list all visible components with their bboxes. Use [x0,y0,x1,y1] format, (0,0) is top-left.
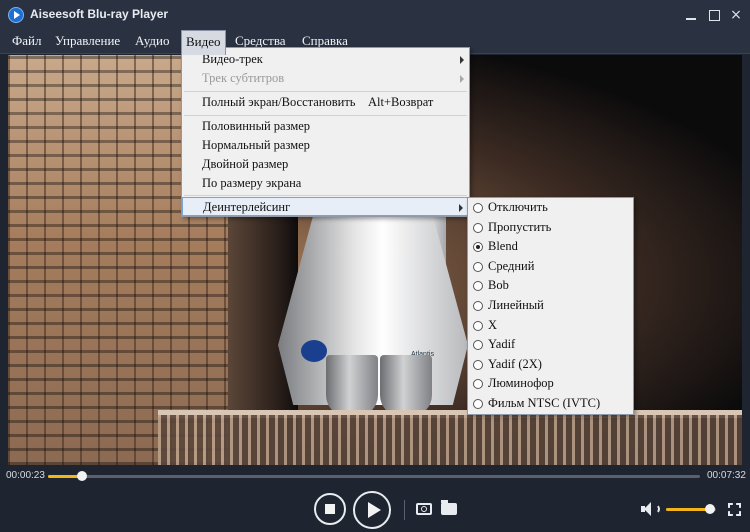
radio-icon [473,340,483,351]
menu-item-label: По размеру экрана [202,176,302,190]
option-label: Люминофор [488,376,554,391]
maximize-icon[interactable] [707,8,721,22]
deinterlace-option-blend[interactable]: Blend [468,237,633,256]
deinterlace-option-x[interactable]: X [468,316,633,335]
radio-icon [473,399,483,409]
submenu-arrow-icon [460,75,464,83]
shortcut-label: Alt+Возврат [368,95,434,109]
menu-item-subtitle-track: Трек субтитров [182,69,469,88]
option-label: Blend [488,239,518,254]
play-button[interactable] [353,491,391,529]
radio-icon [473,320,483,331]
deinterlace-option-off[interactable]: Отключить [468,198,633,217]
deinterlace-option-skip[interactable]: Пропустить [468,218,633,237]
menu-item-fit-screen[interactable]: По размеру экрана [182,174,469,193]
menu-item-fullscreen[interactable]: Полный экран/Восстановить Alt+Возврат [182,93,469,112]
deinterlace-option-linear[interactable]: Линейный [468,296,633,315]
option-label: Пропустить [488,219,552,234]
volume-slider-fill [666,508,710,511]
option-label: Фильм NTSC (IVTC) [488,396,601,410]
option-label: Отключить [488,200,548,214]
close-icon[interactable]: × [729,8,743,22]
volume-slider-handle[interactable] [705,504,715,514]
radio-icon [473,222,483,233]
menu-item-double-size[interactable]: Двойной размер [182,155,469,174]
radio-icon [473,203,483,213]
video-menu: Видео-трек Трек субтитров Полный экран/В… [181,47,470,217]
current-time: 00:00:23 [6,470,45,481]
radio-icon [473,379,483,390]
nasa-logo [301,340,327,362]
camera-icon[interactable] [416,503,432,515]
menu-audio[interactable]: Аудио [131,30,174,54]
radio-icon [473,281,483,292]
seek-bar[interactable] [48,471,700,481]
deinterlace-option-yadif-2x[interactable]: Yadif (2X) [468,355,633,374]
fullscreen-icon[interactable] [728,503,741,516]
deinterlace-option-yadif[interactable]: Yadif [468,335,633,354]
menu-item-label: Двойной размер [202,157,289,171]
engine-left [326,355,378,417]
menu-item-normal-size[interactable]: Нормальный размер [182,136,469,155]
app-title: Aiseesoft Blu-ray Player [30,7,169,21]
menu-item-label: Половинный размер [202,119,311,133]
submenu-arrow-icon [459,204,463,212]
radio-icon [473,261,483,272]
minimize-icon[interactable] [684,8,698,22]
engine-right [380,355,432,417]
deinterlace-option-phosphor[interactable]: Люминофор [468,374,633,393]
deinterlace-submenu: Отключить Пропустить Blend Средний Bob Л… [467,197,634,415]
menu-item-label: Трек субтитров [202,71,285,85]
menu-separator [184,195,467,196]
option-label: X [488,317,498,332]
menu-item-deinterlace[interactable]: Деинтерлейсинг [182,197,469,216]
control-divider [404,500,405,520]
menu-item-label: Деинтерлейсинг [203,200,291,214]
folder-icon[interactable] [441,500,457,515]
total-time: 00:07:32 [707,470,746,481]
option-label: Bob [488,278,509,293]
deinterlace-option-ntsc-film[interactable]: Фильм NTSC (IVTC) [468,394,633,413]
menu-item-label: Полный экран/Восстановить [202,95,356,109]
stop-button[interactable] [314,493,346,525]
progress-row: 00:00:23 00:07:32 [0,466,750,486]
title-bar: Aiseesoft Blu-ray Player × [0,0,750,30]
app-logo-icon [8,7,24,23]
radio-icon [473,301,483,311]
menu-control[interactable]: Управление [51,30,124,54]
menu-file[interactable]: Файл [8,30,46,54]
deinterlace-option-mean[interactable]: Средний [468,257,633,276]
submenu-arrow-icon [460,56,464,64]
launch-platform [158,415,742,465]
seek-bar-handle[interactable] [76,471,87,481]
menu-separator [184,91,467,92]
menu-video[interactable]: Видео [181,30,226,55]
deinterlace-option-bob[interactable]: Bob [468,276,633,295]
radio-checked-icon [473,242,483,253]
volume-icon[interactable] [641,502,660,516]
control-bar [0,486,750,532]
volume-slider[interactable] [666,504,716,514]
option-label: Yadif [488,337,516,352]
option-label: Линейный [488,298,544,312]
radio-icon [473,359,483,370]
menu-separator [184,115,467,116]
menu-item-half-size[interactable]: Половинный размер [182,117,469,136]
volume-wave-icon [652,504,660,514]
option-label: Средний [488,258,535,273]
option-label: Yadif (2X) [488,356,542,371]
menu-item-label: Нормальный размер [202,138,310,152]
